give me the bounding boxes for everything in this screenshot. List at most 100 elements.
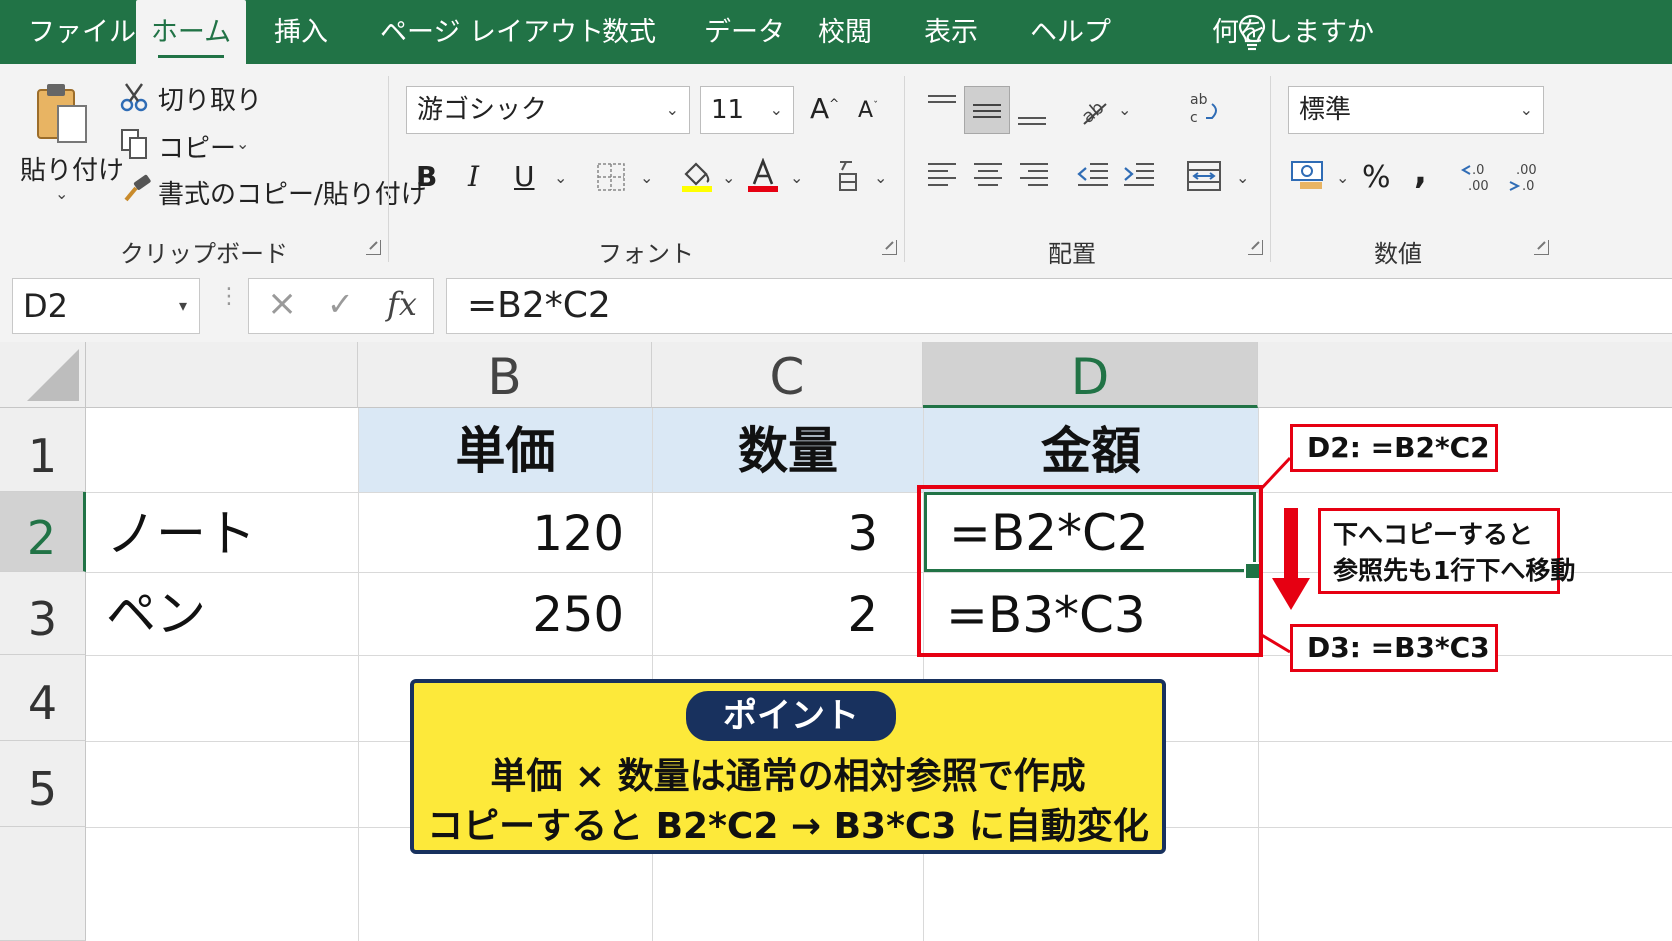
column-header-e[interactable] [1258,342,1672,408]
font-dialog-launcher-icon[interactable] [882,240,897,255]
percent-style-button[interactable]: % [1362,160,1391,195]
column-header-c[interactable]: C [652,342,923,408]
bold-button[interactable]: B [416,160,437,193]
clipboard-dialog-launcher-icon[interactable] [366,240,381,255]
tab-data[interactable]: データ [704,0,785,64]
align-center-icon[interactable] [972,160,1004,190]
merge-center-icon[interactable] [1186,160,1222,192]
cut-button[interactable]: 切り取り [158,80,262,117]
comma-style-button[interactable]: , [1414,152,1427,192]
phonetic-guide-icon[interactable] [836,158,860,194]
font-group-label: フォント [598,240,694,268]
underline-dropdown-chevron-icon[interactable]: ⌄ [554,168,567,187]
accounting-dropdown-chevron-icon[interactable]: ⌄ [1336,168,1349,187]
font-color-swatch [748,186,778,192]
cell-c2[interactable]: 3 [652,492,878,572]
enter-check-icon[interactable]: ✓ [327,285,354,323]
font-size-select[interactable]: 11 ⌄ [700,86,794,134]
number-dialog-launcher-icon[interactable] [1534,240,1549,255]
cell-a2[interactable]: ノート [106,492,256,572]
insert-function-button[interactable]: fx [387,285,417,323]
ribbon-home: 貼り付け ⌄ 切り取り コピー ⌄ 書式のコピー/貼り付け クリップボード 游ゴ… [0,64,1672,273]
borders-icon[interactable] [596,162,626,192]
row-header-2[interactable]: 2 [0,492,86,572]
align-top-icon[interactable] [926,94,958,118]
orientation-icon[interactable]: ab [1076,94,1110,128]
align-right-icon[interactable] [1018,160,1050,190]
orientation-dropdown-chevron-icon[interactable]: ⌄ [1118,100,1131,119]
tab-page-layout[interactable]: ページ レイアウト [380,0,604,64]
tab-insert[interactable]: 挿入 [274,0,328,64]
name-box[interactable]: D2 ▾ [12,278,200,334]
phonetic-dropdown-chevron-icon[interactable]: ⌄ [874,168,887,187]
increase-font-size-icon[interactable]: A^ [810,92,839,125]
decrease-indent-icon[interactable] [1076,160,1110,190]
svg-text:.0: .0 [1472,163,1484,178]
decrease-font-size-icon[interactable]: Aˇ [858,98,878,123]
row-header-4[interactable]: 4 [0,655,86,741]
ribbon-tab-bar: ファイル ホーム 挿入 ページ レイアウト 数式 データ 校閲 表示 ヘルプ 何… [0,0,1672,64]
tell-me-search[interactable]: 何をしますか [1212,0,1374,64]
row-header-5[interactable]: 5 [0,741,86,827]
chevron-down-icon: ⌄ [769,100,783,119]
copy-dropdown-chevron-icon[interactable]: ⌄ [236,134,249,153]
align-left-icon[interactable] [926,160,958,190]
italic-button[interactable]: I [468,160,479,193]
font-color-icon[interactable] [746,158,780,194]
merge-dropdown-chevron-icon[interactable]: ⌄ [1236,168,1249,187]
column-header-b[interactable]: B [358,342,652,408]
borders-dropdown-chevron-icon[interactable]: ⌄ [640,168,653,187]
copy-icon[interactable] [120,128,150,160]
number-format-select[interactable]: 標準 ⌄ [1288,86,1544,134]
group-separator [388,76,389,262]
tab-review[interactable]: 校閲 [818,0,872,64]
alignment-dialog-launcher-icon[interactable] [1248,240,1263,255]
callout-d2-formula: D2: =B2*C2 [1290,424,1498,472]
cell-b2[interactable]: 120 [358,492,624,572]
tab-help[interactable]: ヘルプ [1030,0,1111,64]
row-header-1[interactable]: 1 [0,408,86,492]
wrap-text-icon[interactable]: ab c [1188,90,1222,130]
decrease-decimal-icon[interactable]: .00 .0 [1506,160,1542,194]
tab-view[interactable]: 表示 [924,0,978,64]
point-line-1: 単価 × 数量は通常の相対参照で作成 [490,756,1086,797]
paste-dropdown-chevron-icon[interactable]: ⌄ [55,184,68,203]
row-header-6[interactable] [0,827,86,941]
fill-color-icon[interactable] [680,158,714,194]
cancel-icon[interactable]: × [267,283,297,324]
scissors-icon[interactable] [120,82,150,112]
tab-formulas[interactable]: 数式 [602,0,656,64]
tab-file[interactable]: ファイル [28,0,136,64]
accounting-format-icon[interactable] [1290,160,1328,192]
cell-b1[interactable]: 単価 [359,408,652,492]
column-header-a[interactable] [86,342,358,408]
increase-decimal-icon[interactable]: .0 .00 [1460,160,1496,194]
align-middle-button[interactable] [964,86,1010,134]
fill-color-dropdown-chevron-icon[interactable]: ⌄ [722,168,735,187]
point-line-2: コピーすると B2*C2 → B3*C3 に自動変化 [427,806,1149,847]
cell-a3[interactable]: ペン [106,572,206,655]
font-color-dropdown-chevron-icon[interactable]: ⌄ [790,168,803,187]
font-name-select[interactable]: 游ゴシック ⌄ [406,86,690,134]
formula-input[interactable]: =B2*C2 [446,278,1672,334]
format-painter-button[interactable]: 書式のコピー/貼り付け [158,174,427,211]
column-header-d[interactable]: D [923,342,1258,408]
cell-c3[interactable]: 2 [652,572,878,655]
cell-c1[interactable]: 数量 [653,408,923,492]
cell-d1[interactable]: 金額 [924,408,1258,492]
copy-button[interactable]: コピー [158,128,236,165]
underline-button[interactable]: U [514,160,535,193]
format-painter-icon[interactable] [120,174,152,206]
point-note-box: ポイント 単価 × 数量は通常の相対参照で作成 コピーすると B2*C2 → B… [410,679,1166,854]
align-bottom-icon[interactable] [1016,104,1048,128]
svg-text:.00: .00 [1516,163,1537,178]
cell-b3[interactable]: 250 [358,572,624,655]
select-all-button[interactable] [0,342,86,408]
tab-home[interactable]: ホーム [136,0,246,64]
increase-indent-icon[interactable] [1122,160,1156,190]
font-size-value: 11 [711,95,745,125]
paste-button[interactable]: 貼り付け [20,150,124,187]
formula-bar-grip-icon[interactable]: ⋮ [218,284,240,309]
row-header-3[interactable]: 3 [0,572,86,655]
paste-icon[interactable] [34,82,94,148]
